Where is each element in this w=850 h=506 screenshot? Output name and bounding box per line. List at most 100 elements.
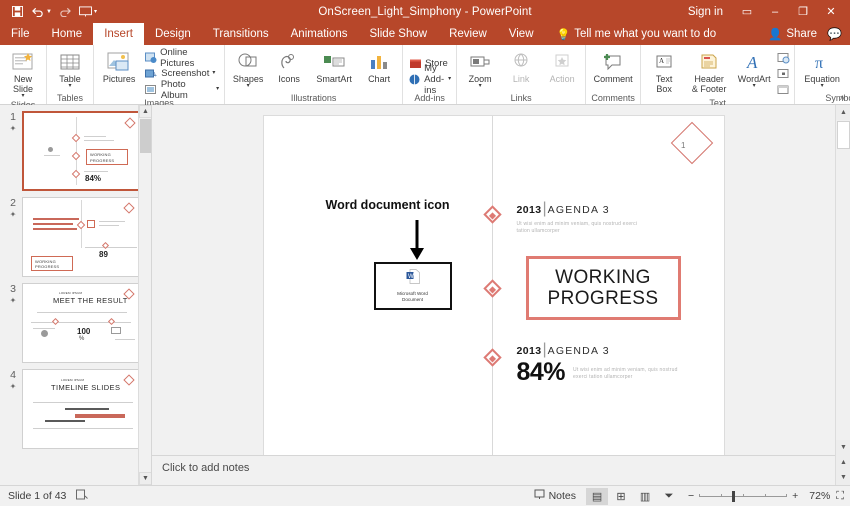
thumbnail-number-3: 3 ✦ <box>4 283 22 306</box>
notes-button[interactable]: Notes <box>526 489 584 503</box>
online-pictures-button[interactable]: Online Pictures <box>142 47 221 69</box>
scroll-down-icon[interactable]: ▼ <box>836 440 850 455</box>
chevron-down-icon[interactable]: ▾ <box>68 83 71 89</box>
redo-icon[interactable] <box>55 2 75 21</box>
text-box-label-2: Box <box>656 84 672 94</box>
my-addins-button[interactable]: My Add-ins ▾ <box>406 63 453 96</box>
svg-text:W: W <box>408 274 414 280</box>
pictures-button[interactable]: Pictures <box>97 48 141 84</box>
undo-icon[interactable] <box>28 2 48 21</box>
thumbnail-scrollbar[interactable]: ▲ ▼ <box>138 105 151 485</box>
next-slide-icon[interactable]: ▼ <box>836 470 850 485</box>
chevron-down-icon[interactable]: ▾ <box>247 83 250 89</box>
tab-slide-show[interactable]: Slide Show <box>359 23 439 45</box>
thumbnail-scroll-down-icon[interactable]: ▼ <box>139 472 151 485</box>
zoom-level-label[interactable]: 72% <box>806 490 830 502</box>
comment-button[interactable]: Comment <box>589 48 637 84</box>
presentation-icon[interactable] <box>76 2 96 21</box>
wordart-button[interactable]: A WordArt ▾ <box>734 48 774 89</box>
slide-number-icon[interactable] <box>775 66 791 81</box>
icons-button[interactable]: Icons <box>269 48 309 84</box>
zoom-button[interactable]: Zoom ▾ <box>460 48 500 89</box>
working-progress-box[interactable]: WORKING PROGRESS <box>525 256 681 320</box>
tab-transitions[interactable]: Transitions <box>202 23 280 45</box>
tab-home[interactable]: Home <box>41 23 94 45</box>
current-slide[interactable]: 1 2013|AGENDA 3 Ut wisi enim ad minim ve… <box>262 115 725 463</box>
zoom-slider[interactable]: − + <box>682 490 804 502</box>
thumbnail-row-3[interactable]: 3 ✦ LOREM IPSUM MEET THE RESULT 100 % <box>0 277 151 363</box>
chart-button[interactable]: Chart <box>359 48 399 84</box>
tab-design[interactable]: Design <box>144 23 202 45</box>
tab-animations[interactable]: Animations <box>280 23 359 45</box>
minimize-button[interactable]: – <box>762 1 788 23</box>
save-icon[interactable] <box>7 2 27 21</box>
photo-album-button[interactable]: Photo Album ▾ <box>142 79 221 101</box>
slide-thumbnail-pane[interactable]: 1 ✦ WORKING PROGRESS 84% 2 ✦ 89 WORKING … <box>0 105 152 485</box>
zoom-in-button[interactable]: + <box>792 490 798 502</box>
thumbnail-scroll-thumb[interactable] <box>140 119 151 153</box>
zoom-handle[interactable] <box>732 490 736 502</box>
arrow-down-icon <box>409 220 425 265</box>
tab-file[interactable]: File <box>0 23 41 45</box>
accessibility-icon[interactable] <box>76 489 89 504</box>
previous-slide-icon[interactable]: ▲ <box>836 455 850 470</box>
comments-icon[interactable]: 💬 <box>821 27 842 41</box>
action-button[interactable]: Action <box>542 48 582 84</box>
thumbnail-slide-2[interactable]: 89 WORKING PROGRESS <box>22 197 140 277</box>
thumbnail-slide-3[interactable]: LOREM IPSUM MEET THE RESULT 100 % <box>22 283 140 363</box>
chevron-down-icon[interactable]: ▾ <box>216 86 219 92</box>
object-icon[interactable] <box>775 82 791 97</box>
tab-review[interactable]: Review <box>438 23 498 45</box>
undo-dropdown-icon[interactable]: ▼ <box>46 9 54 15</box>
chart-label: Chart <box>368 74 391 84</box>
reading-view-button[interactable]: ▥ <box>634 488 656 505</box>
sign-in-button[interactable]: Sign in <box>679 6 732 18</box>
thumbnail-row-4[interactable]: 4 ✦ LOREM IPSUM TIMELINE SLIDES <box>0 363 151 449</box>
new-slide-label-1: New <box>13 74 32 84</box>
thumbnail-scroll-up-icon[interactable]: ▲ <box>139 105 151 118</box>
group-label-illustrations: Illustrations <box>290 93 337 103</box>
slide-vertical-scrollbar[interactable]: ▲ ▼ ▲ ▼ <box>835 105 850 485</box>
restore-button[interactable]: ❐ <box>790 1 816 23</box>
shapes-button[interactable]: Shapes ▾ <box>228 48 268 89</box>
text-box-button[interactable]: A Text Box <box>644 48 684 94</box>
customize-qat-icon[interactable]: ▾ <box>94 8 99 15</box>
share-button[interactable]: 👤 Share <box>768 27 817 41</box>
tab-insert[interactable]: Insert <box>93 23 144 45</box>
collapse-ribbon-button[interactable]: ˄ <box>840 93 845 103</box>
equation-button[interactable]: π Equation ▾ <box>798 48 846 89</box>
date-time-icon[interactable] <box>775 50 791 65</box>
slide-show-view-button[interactable]: ⏷ <box>658 488 680 505</box>
chevron-down-icon[interactable]: ▾ <box>821 83 824 89</box>
table-button[interactable]: Table ▾ <box>50 48 90 89</box>
normal-view-button[interactable]: ▤ <box>586 487 609 505</box>
chevron-down-icon[interactable]: ▾ <box>479 83 482 89</box>
new-slide-button[interactable]: New Slide ▾ <box>3 48 43 99</box>
tab-view[interactable]: View <box>498 23 545 45</box>
slide-sorter-view-button[interactable]: ⊞ <box>610 488 632 505</box>
fit-slide-to-window-button[interactable]: ⛶ <box>832 490 844 503</box>
scroll-thumb[interactable] <box>837 121 850 149</box>
thumbnail-slide-4[interactable]: LOREM IPSUM TIMELINE SLIDES <box>22 369 140 449</box>
zoom-track[interactable] <box>699 490 788 502</box>
chevron-down-icon[interactable]: ▾ <box>448 76 451 82</box>
zoom-out-button[interactable]: − <box>688 490 694 502</box>
close-button[interactable]: ✕ <box>818 1 844 23</box>
notes-pane[interactable]: Click to add notes <box>152 455 835 485</box>
store-icon <box>408 57 422 70</box>
thumbnail-row-2[interactable]: 2 ✦ 89 WORKING PROGRESS <box>0 191 151 277</box>
thumbnail-slide-1[interactable]: WORKING PROGRESS 84% <box>22 111 140 191</box>
chevron-down-icon[interactable]: ▾ <box>212 70 215 76</box>
thumbnail-row-1[interactable]: 1 ✦ WORKING PROGRESS 84% <box>0 105 151 191</box>
smartart-button[interactable]: SmartArt <box>310 48 358 84</box>
header-footer-button[interactable]: Header & Footer <box>685 48 733 94</box>
tell-me-search[interactable]: 💡 Tell me what you want to do <box>545 23 717 45</box>
ribbon-group-text: A Text Box Header & Footer A WordArt ▾ T… <box>641 45 796 108</box>
embedded-word-document-object[interactable]: W Microsoft Word Document <box>373 262 452 310</box>
slide-editing-area[interactable]: 1 2013|AGENDA 3 Ut wisi enim ad minim ve… <box>152 105 835 485</box>
ribbon-display-options-icon[interactable]: ▭ <box>734 1 760 23</box>
annotation-title[interactable]: Word document icon <box>326 198 450 212</box>
chevron-down-icon[interactable]: ▾ <box>753 83 756 89</box>
link-button[interactable]: Link <box>501 48 541 84</box>
scroll-up-icon[interactable]: ▲ <box>836 105 850 120</box>
